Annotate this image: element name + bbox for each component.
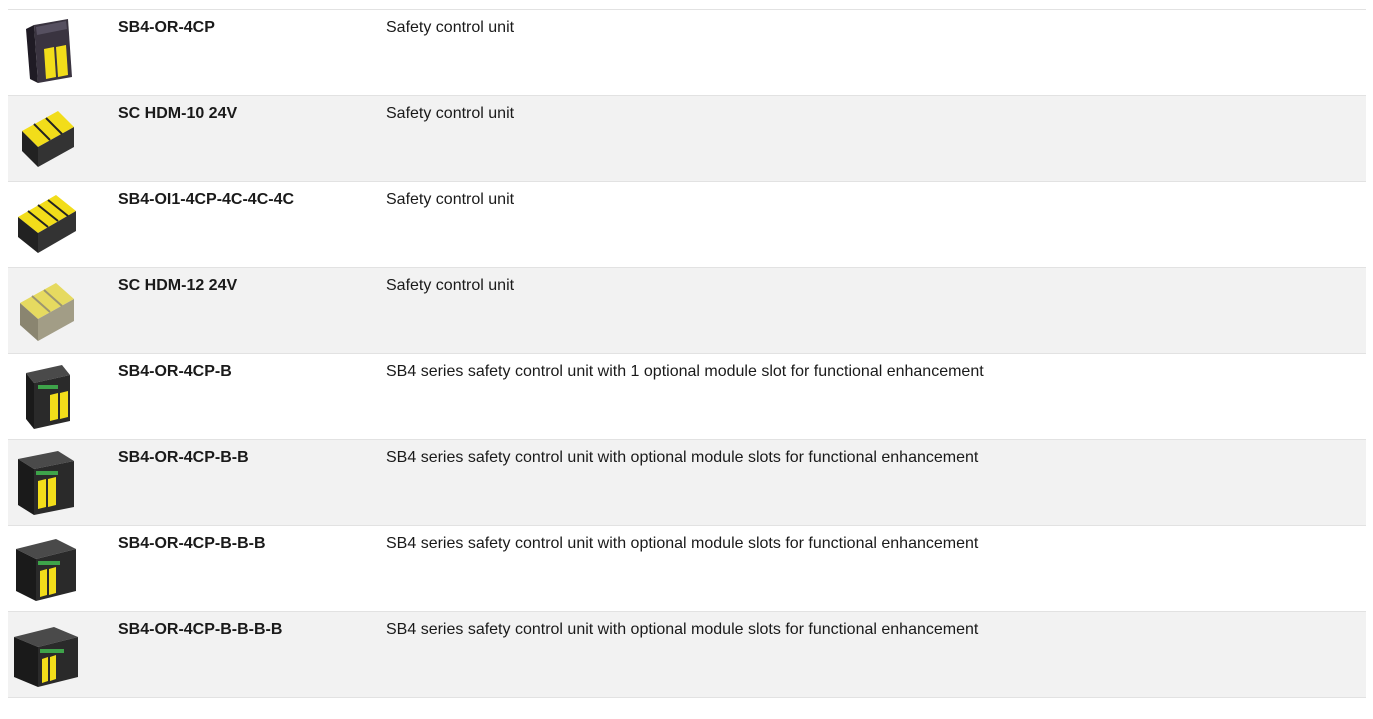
product-description: Safety control unit (380, 267, 1366, 354)
table-row[interactable]: SB4-OR-4CP Safety control unit (8, 9, 1366, 96)
product-image-cell (8, 611, 112, 698)
product-description: SB4 series safety control unit with opti… (380, 525, 1366, 612)
product-description: SB4 series safety control unit with opti… (380, 611, 1366, 698)
product-image-cell (8, 525, 112, 612)
product-description: Safety control unit (380, 95, 1366, 182)
product-name[interactable]: SB4-OI1-4CP-4C-4C-4C (112, 181, 380, 268)
table-row[interactable]: SB4-OR-4CP-B SB4 series safety control u… (8, 353, 1366, 440)
product-image-cell (8, 95, 112, 182)
table-row[interactable]: SC HDM-10 24V Safety control unit (8, 95, 1366, 182)
sb4-bbb-module-icon[interactable] (12, 531, 84, 603)
table-row[interactable]: SB4-OR-4CP-B-B-B SB4 series safety contr… (8, 525, 1366, 612)
sb4-bb-module-icon[interactable] (12, 445, 84, 517)
product-description: SB4 series safety control unit with opti… (380, 439, 1366, 526)
product-description: Safety control unit (380, 181, 1366, 268)
table-row[interactable]: SC HDM-12 24V Safety control unit (8, 267, 1366, 354)
sc-hdm-grey-module-icon[interactable] (12, 273, 84, 345)
product-description: Safety control unit (380, 9, 1366, 96)
product-name[interactable]: SC HDM-12 24V (112, 267, 380, 354)
product-name[interactable]: SB4-OR-4CP-B (112, 353, 380, 440)
sb4-black-yellow-module-icon[interactable] (12, 15, 84, 87)
sc-hdm-3slot-module-icon[interactable] (12, 101, 84, 173)
table-row[interactable]: SB4-OI1-4CP-4C-4C-4C Safety control unit (8, 181, 1366, 268)
product-description: SB4 series safety control unit with 1 op… (380, 353, 1366, 440)
product-image-cell (8, 353, 112, 440)
product-table: SB4-OR-4CP Safety control unit SC HDM-10… (8, 9, 1366, 698)
product-image-cell (8, 181, 112, 268)
product-table-container: SB4-OR-4CP Safety control unit SC HDM-10… (8, 9, 1366, 698)
sb4-b-module-icon[interactable] (12, 359, 84, 431)
table-row[interactable]: SB4-OR-4CP-B-B-B-B SB4 series safety con… (8, 611, 1366, 698)
product-name[interactable]: SB4-OR-4CP-B-B-B-B (112, 611, 380, 698)
sb4-bbbb-module-icon[interactable] (12, 617, 84, 689)
product-name[interactable]: SC HDM-10 24V (112, 95, 380, 182)
product-image-cell (8, 9, 112, 96)
product-image-cell (8, 267, 112, 354)
product-name[interactable]: SB4-OR-4CP-B-B (112, 439, 380, 526)
product-name[interactable]: SB4-OR-4CP-B-B-B (112, 525, 380, 612)
product-name[interactable]: SB4-OR-4CP (112, 9, 380, 96)
table-row[interactable]: SB4-OR-4CP-B-B SB4 series safety control… (8, 439, 1366, 526)
sb4-4slot-module-icon[interactable] (12, 187, 84, 259)
product-image-cell (8, 439, 112, 526)
